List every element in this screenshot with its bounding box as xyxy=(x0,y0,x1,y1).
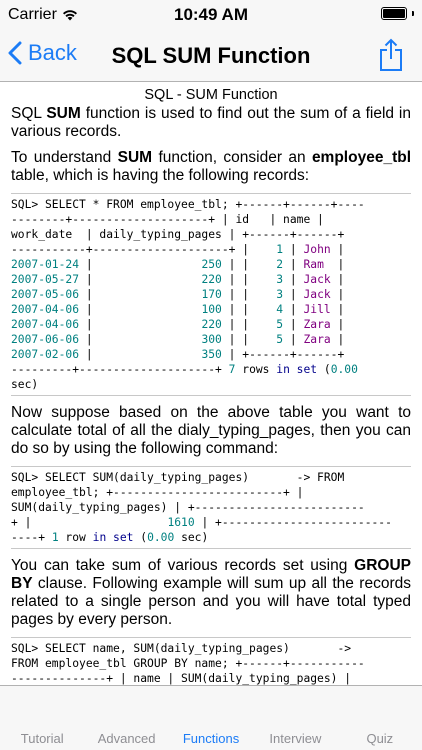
tab-quiz[interactable]: Quiz xyxy=(338,686,422,750)
code-block-select-all: SQL> SELECT * FROM employee_tbl; +------… xyxy=(11,193,411,396)
status-bar: Carrier 10:49 AM xyxy=(0,0,422,30)
code-line: 2007-05-27 | 220 | | 3 | Jack | xyxy=(11,273,345,286)
code-line: 2007-04-06 | 100 | | 4 | Jill | xyxy=(11,303,345,316)
code-line: 2007-05-06 | 170 | | 3 | Jack | xyxy=(11,288,345,301)
group-by-paragraph: You can take sum of various records set … xyxy=(11,557,411,628)
tab-tutorial[interactable]: Tutorial xyxy=(0,686,84,750)
code-line: ---------+--------------------+ 7 rows i… xyxy=(11,363,358,376)
share-icon xyxy=(380,38,402,71)
code-line: work_date | daily_typing_pages | +------… xyxy=(11,228,345,241)
share-button[interactable] xyxy=(378,38,404,77)
sum-paragraph: Now suppose based on the above table you… xyxy=(11,404,411,457)
page-title: SQL SUM Function xyxy=(111,43,311,68)
code-line: 2007-01-24 | 250 | | 2 | Ram | xyxy=(11,258,345,271)
code-block-sum: SQL> SELECT SUM(daily_typing_pages) -> F… xyxy=(11,466,411,549)
tab-interview[interactable]: Interview xyxy=(253,686,337,750)
code-line: SQL> SELECT name, SUM(daily_typing_pages… xyxy=(11,642,352,655)
battery-indicator xyxy=(381,7,414,20)
intro-paragraph: SQL SUM function is used to find out the… xyxy=(11,105,412,140)
code-line: --------------+ | name | SUM(daily_typin… xyxy=(11,672,352,685)
code-line: --------+--------------------+ | id | na… xyxy=(11,213,324,226)
code-line: ----+ 1 row in set (0.00 sec) xyxy=(11,531,209,544)
code-line: employee_tbl; +-------------------------… xyxy=(11,486,304,499)
doc-title: SQL - SUM Function xyxy=(144,87,278,103)
code-line: SUM(daily_typing_pages) | +-------------… xyxy=(11,501,365,514)
code-line: sec) xyxy=(11,378,39,391)
status-time: 10:49 AM xyxy=(173,5,248,24)
code-line: + | 1610 | +------------------------- xyxy=(11,516,392,529)
tab-functions[interactable]: Functions xyxy=(169,686,253,750)
tab-advanced[interactable]: Advanced xyxy=(84,686,168,750)
context-paragraph: To understand SUM function, consider an … xyxy=(11,149,411,184)
code-line: 2007-02-06 | 350 | +------+------+ xyxy=(11,348,345,361)
code-line: -----------+--------------------+ | 1 | … xyxy=(11,243,345,256)
code-line: FROM employee_tbl GROUP BY name; +------… xyxy=(11,657,365,670)
navigation-bar: Back SQL SUM Function xyxy=(0,30,422,82)
code-line: 2007-04-06 | 220 | | 5 | Zara | xyxy=(11,318,345,331)
code-line: SQL> SELECT * FROM employee_tbl; +------… xyxy=(11,198,365,211)
code-block-group-by: SQL> SELECT name, SUM(daily_typing_pages… xyxy=(11,637,411,685)
code-line: SQL> SELECT SUM(daily_typing_pages) -> F… xyxy=(11,471,345,484)
tab-bar: Tutorial Advanced Functions Interview Qu… xyxy=(0,685,422,750)
code-line: 2007-06-06 | 300 | | 5 | Zara | xyxy=(11,333,345,346)
battery-icon xyxy=(381,7,407,20)
article-content: SQL - SUM Function SQL SUM function is u… xyxy=(0,83,422,685)
